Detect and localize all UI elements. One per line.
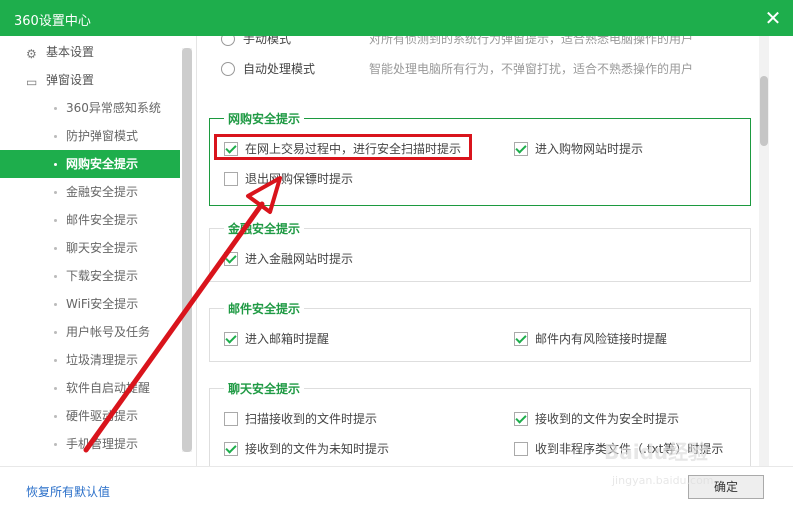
auto-mode-desc: 智能处理电脑所有行为，不弹窗打扰，适合不熟悉操作的用户 [369,62,694,76]
manual-mode-option[interactable]: 手动模式 对所有侦测到的系统行为弹窗提示，适合熟悉电脑操作的用户 [221,36,693,49]
sidebar-item-mail[interactable]: 邮件安全提示 [0,206,180,234]
window-icon: ▭ [26,75,38,89]
sidebar-item-label: 金融安全提示 [66,185,139,199]
finance-section: 金融安全提示 进入金融网站时提示 [209,220,751,282]
option-label: 进入购物网站时提示 [535,142,644,156]
checkbox-icon[interactable] [224,442,238,456]
watermark-url: jingyan.baidu.com [612,474,714,487]
section-title: 金融安全提示 [224,220,305,237]
title-bar: 360设置中心 ✕ [0,0,793,36]
sidebar-group-popup[interactable]: ▭ 弹窗设置 [26,66,94,94]
option-label: 接收到的文件为安全时提示 [535,412,680,426]
sidebar-group-basic[interactable]: ⚙ 基本设置 [26,38,94,66]
watermark: Baidu经验 [604,440,709,464]
sidebar-item-label: 聊天安全提示 [66,241,139,255]
checkbox-icon[interactable] [514,442,528,456]
sidebar-item-label: WiFi安全提示 [66,297,139,311]
option-chat-unknown-file[interactable]: 接收到的文件为未知时提示 [224,439,389,459]
sidebar-item-wifi[interactable]: WiFi安全提示 [0,290,180,318]
option-shopping-enter-site[interactable]: 进入购物网站时提示 [514,139,643,159]
gear-icon: ⚙ [26,47,37,61]
radio-icon[interactable] [221,62,235,76]
sidebar-item-download[interactable]: 下载安全提示 [0,262,180,290]
window-title: 360设置中心 [14,14,91,29]
option-label: 扫描接收到的文件时提示 [245,412,378,426]
sidebar-item-shopping[interactable]: 网购安全提示 [0,150,180,178]
sidebar-scroll-thumb[interactable] [182,48,192,452]
sidebar-item-label: 硬件驱动提示 [66,409,139,423]
sidebar-item-label: 网购安全提示 [66,157,139,171]
sidebar-scrollbar[interactable] [182,48,192,452]
option-mail-enter[interactable]: 进入邮箱时提醒 [224,329,329,349]
sidebar: ⚙ 基本设置 ▭ 弹窗设置 360异常感知系统 防护弹窗模式 网购安全提示 金融安全… [0,36,196,456]
sidebar-item-account[interactable]: 用户帐号及任务 [0,318,180,346]
auto-mode-option[interactable]: 自动处理模式 智能处理电脑所有行为，不弹窗打扰，适合不熟悉操作的用户 [221,59,693,79]
sidebar-item-phone[interactable]: 手机管理提示 [0,430,180,456]
option-chat-scan-file[interactable]: 扫描接收到的文件时提示 [224,409,377,429]
checkbox-icon[interactable] [514,412,528,426]
content-scrollbar[interactable] [759,36,769,466]
content-scroll-thumb[interactable] [760,76,768,146]
checkbox-icon[interactable] [514,332,528,346]
option-chat-safe-file[interactable]: 接收到的文件为安全时提示 [514,409,679,429]
shopping-section: 网购安全提示 在网上交易过程中，进行安全扫描时提示 进入购物网站时提示 退出网购… [209,110,751,206]
sidebar-item-label: 邮件安全提示 [66,213,139,227]
section-title: 网购安全提示 [224,110,305,127]
radio-icon[interactable] [221,36,235,46]
checkbox-icon[interactable] [224,172,238,186]
sidebar-item-chat[interactable]: 聊天安全提示 [0,234,180,262]
option-label: 接收到的文件为未知时提示 [245,442,390,456]
option-label: 邮件内有风险链接时提醒 [535,332,668,346]
sidebar-item-driver[interactable]: 硬件驱动提示 [0,402,180,430]
manual-mode-desc: 对所有侦测到的系统行为弹窗提示，适合熟悉电脑操作的用户 [369,36,694,46]
settings-content: 手动模式 对所有侦测到的系统行为弹窗提示，适合熟悉电脑操作的用户 自动处理模式 … [197,36,793,466]
sidebar-item-label: 软件自启动提醒 [66,381,151,395]
close-icon[interactable]: ✕ [761,6,785,30]
restore-defaults-link[interactable]: 恢复所有默认值 [26,483,110,500]
checkbox-icon[interactable] [224,332,238,346]
sidebar-item-label: 360异常感知系统 [66,101,161,115]
sidebar-item-label: 下载安全提示 [66,269,139,283]
auto-mode-label: 自动处理模式 [243,62,316,76]
mail-section: 邮件安全提示 进入邮箱时提醒 邮件内有风险链接时提醒 [209,300,751,362]
option-finance-enter-site[interactable]: 进入金融网站时提示 [224,249,353,269]
annotation-highlight-box [214,134,472,160]
option-label: 进入邮箱时提醒 [245,332,330,346]
sidebar-item-label: 垃圾清理提示 [66,353,139,367]
sidebar-item-cleanup[interactable]: 垃圾清理提示 [0,346,180,374]
sidebar-item-anomaly[interactable]: 360异常感知系统 [0,94,180,122]
sidebar-item-protect-mode[interactable]: 防护弹窗模式 [0,122,180,150]
section-title: 聊天安全提示 [224,380,305,397]
checkbox-icon[interactable] [224,412,238,426]
sidebar-item-label: 手机管理提示 [66,437,139,451]
section-title: 邮件安全提示 [224,300,305,317]
sidebar-item-finance[interactable]: 金融安全提示 [0,178,180,206]
sidebar-item-label: 用户帐号及任务 [66,325,151,339]
checkbox-icon[interactable] [514,142,528,156]
sidebar-group-label: 弹窗设置 [46,73,95,87]
manual-mode-label: 手动模式 [243,36,292,46]
option-label: 进入金融网站时提示 [245,252,354,266]
option-mail-risk-link[interactable]: 邮件内有风险链接时提醒 [514,329,667,349]
sidebar-group-label: 基本设置 [46,45,95,59]
option-label: 退出网购保镖时提示 [245,172,354,186]
option-shopping-exit-guard[interactable]: 退出网购保镖时提示 [224,169,353,189]
checkbox-icon[interactable] [224,252,238,266]
sidebar-item-label: 防护弹窗模式 [66,129,139,143]
sidebar-item-autostart[interactable]: 软件自启动提醒 [0,374,180,402]
